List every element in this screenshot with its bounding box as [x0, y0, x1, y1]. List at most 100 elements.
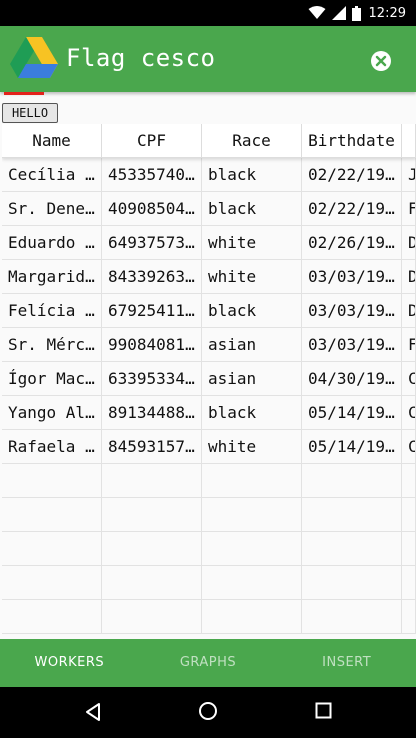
- cell-birthdate: 04/30/19…: [302, 362, 402, 396]
- table-row[interactable]: Margarid…84339263…white03/03/19…D: [2, 260, 416, 294]
- hello-button[interactable]: HELLO: [2, 103, 58, 123]
- empty-row: [2, 464, 416, 498]
- close-icon: [375, 55, 387, 67]
- empty-cell: [402, 566, 416, 600]
- empty-row: [2, 600, 416, 634]
- empty-cell: [2, 498, 102, 532]
- column-header-cpf[interactable]: CPF: [102, 124, 202, 158]
- bottom-navigation: WORKERS GRAPHS INSERT: [0, 639, 416, 687]
- cell-extra: C: [402, 430, 416, 464]
- cell-cpf: 84339263…: [102, 260, 202, 294]
- cell-name: Sr. Dene…: [2, 192, 102, 226]
- app-bar: Flag cesco: [0, 26, 416, 92]
- column-header-name[interactable]: Name: [2, 124, 102, 158]
- empty-cell: [2, 600, 102, 634]
- empty-cell: [202, 600, 302, 634]
- cell-name: Eduardo …: [2, 226, 102, 260]
- cell-race: asian: [202, 362, 302, 396]
- cell-extra: C: [402, 362, 416, 396]
- empty-cell: [102, 532, 202, 566]
- close-button[interactable]: [371, 51, 391, 71]
- empty-cell: [202, 464, 302, 498]
- table-row[interactable]: Eduardo …64937573…white02/26/19…D: [2, 226, 416, 260]
- empty-cell: [302, 532, 402, 566]
- cell-extra: J: [402, 158, 416, 192]
- cell-extra: D: [402, 294, 416, 328]
- cell-extra: D: [402, 260, 416, 294]
- cell-signal-icon: [331, 6, 346, 20]
- table-row[interactable]: Yango Al…89134488…black05/14/19…C: [2, 396, 416, 430]
- table-row[interactable]: Sr. Mérc…99084081…asian03/03/19…F: [2, 328, 416, 362]
- home-icon[interactable]: [198, 701, 218, 721]
- empty-cell: [302, 566, 402, 600]
- tab-insert[interactable]: INSERT: [277, 639, 416, 687]
- empty-cell: [402, 498, 416, 532]
- empty-cell: [102, 566, 202, 600]
- table-row[interactable]: Rafaela …84593157…white05/14/19…C: [2, 430, 416, 464]
- cell-cpf: 89134488…: [102, 396, 202, 430]
- cell-race: asian: [202, 328, 302, 362]
- cell-cpf: 67925411…: [102, 294, 202, 328]
- empty-cell: [302, 600, 402, 634]
- cell-name: Cecília …: [2, 158, 102, 192]
- cell-cpf: 40908504…: [102, 192, 202, 226]
- tab-graphs[interactable]: GRAPHS: [139, 639, 278, 687]
- empty-cell: [402, 532, 416, 566]
- system-navigation-bar: [0, 687, 416, 738]
- table-header: Name CPF Race Birthdate: [2, 124, 416, 158]
- cell-race: white: [202, 430, 302, 464]
- empty-row: [2, 566, 416, 600]
- column-header-race[interactable]: Race: [202, 124, 302, 158]
- cell-cpf: 63395334…: [102, 362, 202, 396]
- google-drive-logo: [10, 37, 58, 78]
- cell-birthdate: 02/22/19…: [302, 192, 402, 226]
- cell-name: Felícia …: [2, 294, 102, 328]
- active-indicator: [4, 92, 44, 95]
- empty-cell: [2, 464, 102, 498]
- cell-name: Ígor Mac…: [2, 362, 102, 396]
- cell-birthdate: 03/03/19…: [302, 328, 402, 362]
- cell-cpf: 45335740…: [102, 158, 202, 192]
- empty-cell: [202, 498, 302, 532]
- cell-race: white: [202, 226, 302, 260]
- status-time: 12:29: [368, 5, 406, 21]
- cell-birthdate: 03/03/19…: [302, 294, 402, 328]
- status-icons: 12:29: [308, 4, 406, 22]
- table-row[interactable]: Felícia …67925411…black03/03/19…D: [2, 294, 416, 328]
- cell-race: black: [202, 192, 302, 226]
- cell-race: black: [202, 396, 302, 430]
- cell-extra: D: [402, 226, 416, 260]
- cell-name: Margarid…: [2, 260, 102, 294]
- empty-cell: [102, 600, 202, 634]
- empty-cell: [402, 464, 416, 498]
- cell-birthdate: 02/26/19…: [302, 226, 402, 260]
- cell-birthdate: 05/14/19…: [302, 396, 402, 430]
- recents-icon[interactable]: [315, 702, 332, 719]
- empty-cell: [102, 464, 202, 498]
- wifi-icon: [308, 6, 326, 19]
- cell-race: white: [202, 260, 302, 294]
- table-row[interactable]: Sr. Dene…40908504…black02/22/19…F: [2, 192, 416, 226]
- table-row[interactable]: Ígor Mac…63395334…asian04/30/19…C: [2, 362, 416, 396]
- cell-name: Rafaela …: [2, 430, 102, 464]
- empty-cell: [102, 498, 202, 532]
- column-header-extra[interactable]: [402, 124, 416, 158]
- column-header-birthdate[interactable]: Birthdate: [302, 124, 402, 158]
- empty-cell: [202, 532, 302, 566]
- empty-cell: [2, 532, 102, 566]
- cell-birthdate: 03/03/19…: [302, 260, 402, 294]
- cell-cpf: 84593157…: [102, 430, 202, 464]
- cell-birthdate: 02/22/19…: [302, 158, 402, 192]
- empty-cell: [402, 600, 416, 634]
- table-row[interactable]: Cecília …45335740…black02/22/19…J: [2, 158, 416, 192]
- empty-cell: [202, 566, 302, 600]
- cell-extra: F: [402, 192, 416, 226]
- battery-icon: [351, 5, 361, 21]
- back-icon[interactable]: [84, 702, 102, 722]
- cell-extra: F: [402, 328, 416, 362]
- tab-workers[interactable]: WORKERS: [0, 639, 139, 687]
- cell-name: Sr. Mérc…: [2, 328, 102, 362]
- empty-row: [2, 498, 416, 532]
- cell-cpf: 64937573…: [102, 226, 202, 260]
- status-bar: 12:29: [0, 0, 416, 26]
